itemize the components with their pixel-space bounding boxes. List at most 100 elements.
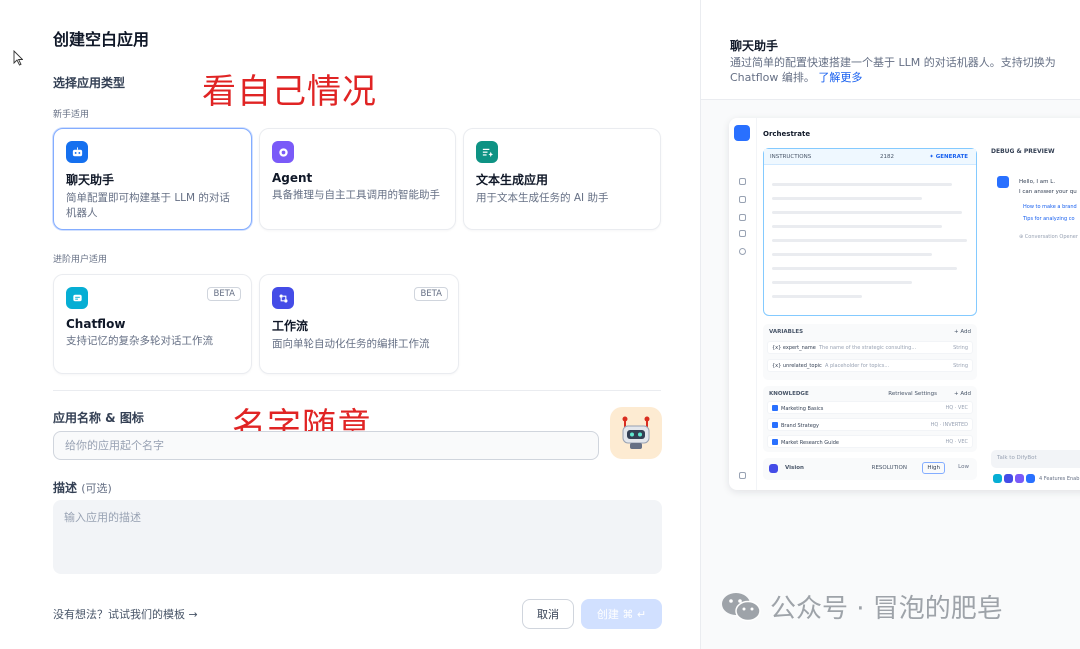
- knowledge-row: Market Research Guide HQ · VEC: [767, 435, 973, 448]
- bot-avatar-icon: [997, 176, 1009, 188]
- feature-icon: [1015, 474, 1024, 483]
- suggested-question: Tips for analyzing co: [1023, 216, 1075, 222]
- beta-badge: BETA: [414, 287, 448, 301]
- beginner-label: 新手适用: [53, 110, 90, 120]
- high-option: High: [922, 462, 945, 474]
- feature-icon: [993, 474, 1002, 483]
- watermark-text: 公众号 · 冒泡的肥皂: [770, 594, 1003, 624]
- variables-section: VARIABLES + Add {x} expert_name The name…: [763, 324, 977, 380]
- card-desc: 面向单轮自动化任务的编排工作流: [272, 338, 430, 350]
- chat-intro: I can answer your qu: [1019, 189, 1077, 195]
- desc-optional-text: (可选): [81, 482, 112, 495]
- beta-badge: BETA: [207, 287, 241, 301]
- text-line: [772, 253, 932, 256]
- knowledge-tag: HQ · INVERTED: [930, 422, 968, 428]
- resolution-label: RESOLUTION: [871, 465, 907, 471]
- nav-icon: [739, 196, 746, 203]
- cancel-button[interactable]: 取消: [522, 599, 574, 629]
- text-line: [772, 225, 942, 228]
- app-type-card-chat-assistant[interactable]: 聊天助手 简单配置即可构建基于 LLM 的对话机器人: [53, 128, 252, 230]
- knowledge-name: Marketing Basics: [781, 406, 824, 412]
- robot-icon: [622, 416, 650, 449]
- learn-more-link[interactable]: 了解更多: [818, 71, 862, 84]
- app-type-card-text-generation[interactable]: 文本生成应用 用于文本生成任务的 AI 助手: [463, 128, 661, 230]
- preview-title: 聊天助手: [730, 39, 779, 53]
- app-name-label: 应用名称 & 图标: [53, 411, 144, 425]
- low-option: Low: [958, 464, 969, 470]
- card-name: 工作流: [272, 319, 309, 333]
- preview-screenshot: Orchestrate INSTRUCTIONS 2182 ✦ GENERATE…: [729, 118, 1080, 490]
- card-desc: 具备推理与自主工具调用的智能助手: [272, 189, 440, 201]
- vision-section: Vision RESOLUTION High Low: [763, 458, 977, 480]
- variable-row: {x} unrelated_topic A placeholder for to…: [767, 359, 973, 372]
- app-type-card-agent[interactable]: Agent 具备推理与自主工具调用的智能助手: [259, 128, 456, 230]
- suggested-question: How to make a brand: [1023, 204, 1077, 210]
- nav-icon: [739, 214, 746, 221]
- advanced-label: 进阶用户适用: [53, 255, 108, 265]
- variable-desc: The name of the strategic consulting...: [819, 345, 917, 351]
- app-type-card-workflow[interactable]: BETA 工作流 面向单轮自动化任务的编排工作流: [259, 274, 459, 374]
- variable-type: String: [953, 345, 968, 351]
- text-line: [772, 239, 967, 242]
- preview-sidebar: [729, 118, 757, 490]
- app-type-preview-panel: 聊天助手 通过简单的配置快速搭建一个基于 LLM 的对话机器人。支持切换为 Ch…: [700, 0, 1080, 649]
- app-icon-picker[interactable]: [610, 407, 662, 459]
- text-line: [772, 295, 862, 298]
- card-desc: 简单配置即可构建基于 LLM 的对话机器人: [66, 192, 230, 219]
- vision-label: Vision: [785, 465, 804, 471]
- mouse-cursor-icon: [13, 50, 23, 66]
- nav-icon: [739, 230, 746, 237]
- instructions-count: 2182: [880, 154, 894, 160]
- nav-icon: [739, 472, 746, 479]
- knowledge-tag: HQ · VEC: [945, 405, 968, 411]
- chat-input: Talk to DifyBot: [991, 450, 1080, 468]
- variable-name: {x} expert_name: [772, 345, 816, 351]
- create-button[interactable]: 创建 ⌘ ↵: [581, 599, 662, 629]
- knowledge-name: Brand Strategy: [781, 423, 819, 429]
- knowledge-section: KNOWLEDGE Retrieval Settings + Add Marke…: [763, 386, 977, 452]
- app-type-label: 选择应用类型: [53, 76, 126, 90]
- section-divider: [53, 390, 661, 391]
- card-desc: 支持记忆的复杂多轮对话工作流: [66, 335, 213, 347]
- card-name: 聊天助手: [66, 173, 115, 187]
- dataset-icon: [772, 422, 778, 428]
- retrieval-settings: Retrieval Settings: [888, 391, 937, 397]
- variables-label: VARIABLES: [769, 329, 804, 335]
- chatflow-icon: [66, 287, 88, 309]
- preview-header: 聊天助手 通过简单的配置快速搭建一个基于 LLM 的对话机器人。支持切换为 Ch…: [701, 0, 1080, 100]
- card-desc: 用于文本生成任务的 AI 助手: [476, 192, 609, 204]
- knowledge-tag: HQ · VEC: [945, 439, 968, 445]
- desc-label: 描述 (可选): [53, 479, 112, 496]
- variable-desc: A placeholder for topics...: [824, 363, 890, 369]
- nav-icon: [739, 178, 746, 185]
- feature-icon: [1004, 474, 1013, 483]
- wechat-icon: [722, 592, 761, 621]
- text-line: [772, 281, 912, 284]
- dialog-title: 创建空白应用: [53, 30, 150, 49]
- knowledge-name: Market Research Guide: [781, 440, 839, 446]
- card-name: 文本生成应用: [476, 173, 549, 187]
- app-name-input[interactable]: 给你的应用起个名字: [53, 431, 599, 460]
- workflow-icon: [272, 287, 294, 309]
- nav-icon: [739, 248, 746, 255]
- add-knowledge-button: + Add: [953, 391, 971, 397]
- text-line: [772, 267, 957, 270]
- instructions-box: INSTRUCTIONS 2182 ✦ GENERATE: [763, 148, 977, 316]
- text-generate-icon: [476, 141, 498, 163]
- variable-name: {x} unrelated_topic: [772, 363, 822, 369]
- create-app-dialog: 创建空白应用 选择应用类型 看自己情况 新手适用 聊天助手 简单配置即可构建基于…: [0, 0, 700, 649]
- app-description-textarea[interactable]: 输入应用的描述: [53, 500, 662, 574]
- dataset-icon: [772, 405, 778, 411]
- instructions-label: INSTRUCTIONS: [770, 154, 812, 160]
- text-line: [772, 197, 922, 200]
- text-line: [772, 211, 962, 214]
- debug-preview-label: DEBUG & PREVIEW: [991, 148, 1055, 155]
- dataset-icon: [772, 439, 778, 445]
- variable-row: {x} expert_name The name of the strategi…: [767, 341, 973, 354]
- feature-icons: [993, 474, 1035, 483]
- features-enabled: 4 Features Enab: [1039, 476, 1080, 482]
- variable-type: String: [953, 363, 968, 369]
- app-type-card-chatflow[interactable]: BETA Chatflow 支持记忆的复杂多轮对话工作流: [53, 274, 252, 374]
- app-logo-icon: [734, 125, 750, 141]
- try-templates-link[interactable]: 没有想法？试试我们的模板 →: [53, 606, 198, 622]
